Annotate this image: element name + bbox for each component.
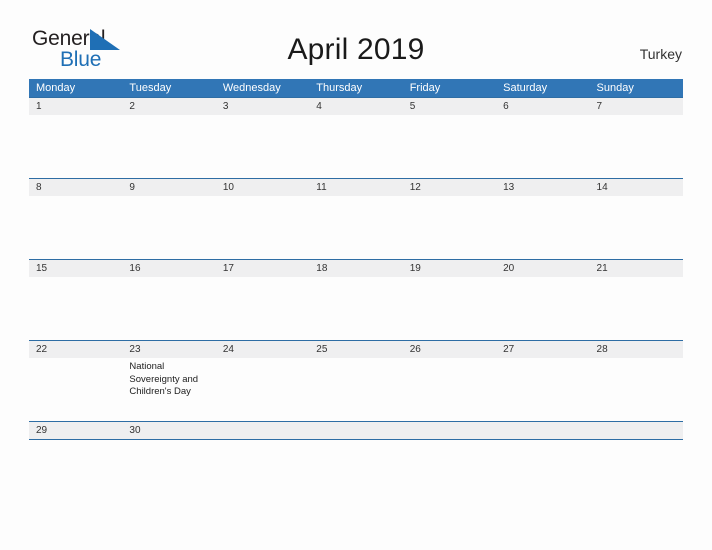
weekday-header-tuesday: Tuesday xyxy=(129,82,172,94)
day-cell-28[interactable]: 28 xyxy=(590,341,683,421)
day-cell-7[interactable]: 7 xyxy=(590,98,683,178)
day-number: 4 xyxy=(316,101,322,112)
day-cell-26[interactable]: 26 xyxy=(403,341,496,421)
country-label: Turkey xyxy=(639,46,682,62)
day-cell-10[interactable]: 10 xyxy=(216,179,309,259)
weekday-header-sunday: Sunday xyxy=(596,82,634,94)
calendar-week-row: 8 9 10 11 12 13 14 xyxy=(29,178,683,259)
day-cell-22[interactable]: 22 xyxy=(29,341,122,421)
day-cell-13[interactable]: 13 xyxy=(496,179,589,259)
day-number: 11 xyxy=(316,182,327,193)
calendar-week-row: 15 16 17 18 19 20 21 xyxy=(29,259,683,340)
day-number: 24 xyxy=(222,344,234,355)
day-cell-3[interactable]: 3 xyxy=(216,98,309,178)
day-number: 15 xyxy=(36,263,48,274)
day-number: 18 xyxy=(316,263,328,274)
day-number: 26 xyxy=(409,344,421,355)
calendar-grid: Monday Tuesday Wednesday Thursday Friday Satu… xyxy=(29,79,683,440)
day-number: 25 xyxy=(316,344,328,355)
day-number: 7 xyxy=(596,101,603,112)
day-cell-12[interactable]: 12 xyxy=(403,179,496,259)
day-number: 2 xyxy=(129,101,135,112)
day-number: 27 xyxy=(503,344,515,355)
day-number: 19 xyxy=(409,263,421,274)
calendar-bottom-rule xyxy=(29,439,683,440)
calendar-week-row: 22 23 National Sovereignty and Children's … xyxy=(29,340,683,421)
day-cell-19[interactable]: 19 xyxy=(403,260,496,340)
day-cell-5[interactable]: 5 xyxy=(403,98,496,178)
day-number: 29 xyxy=(36,425,48,436)
day-number: 10 xyxy=(222,182,234,193)
day-number: 13 xyxy=(503,182,515,193)
day-cell-4[interactable]: 4 xyxy=(309,98,402,178)
page-header: General Blue April 2019 Turkey xyxy=(0,0,712,79)
day-number: 16 xyxy=(129,263,141,274)
day-cell-empty xyxy=(590,422,683,439)
day-cell-empty xyxy=(496,422,589,439)
weekday-header-thursday: Thursday xyxy=(316,82,363,94)
day-number: 30 xyxy=(129,425,141,436)
day-cell-29[interactable]: 29 xyxy=(29,422,122,439)
event-label: National Sovereignty and Children's Day xyxy=(129,361,199,397)
day-cell-15[interactable]: 15 xyxy=(29,260,122,340)
day-cell-20[interactable]: 20 xyxy=(496,260,589,340)
weekday-header-friday: Friday xyxy=(409,82,441,94)
day-number: 3 xyxy=(222,101,229,112)
day-cell-17[interactable]: 17 xyxy=(216,260,309,340)
day-number: 20 xyxy=(503,263,515,274)
day-cell-21[interactable]: 21 xyxy=(590,260,683,340)
page-title: April 2019 xyxy=(287,33,425,66)
day-number: 12 xyxy=(409,182,421,193)
day-cell-14[interactable]: 14 xyxy=(590,179,683,259)
calendar-week-row: 29 30 xyxy=(29,421,683,439)
day-number: 23 xyxy=(129,344,141,355)
day-cell-25[interactable]: 25 xyxy=(309,341,402,421)
day-cell-empty xyxy=(403,422,496,439)
day-number: 21 xyxy=(596,263,608,274)
day-cell-18[interactable]: 18 xyxy=(309,260,402,340)
day-number: 17 xyxy=(222,263,234,274)
day-cell-6[interactable]: 6 xyxy=(496,98,589,178)
day-number: 28 xyxy=(596,344,608,355)
day-events: National Sovereignty and Children's Day xyxy=(122,358,215,399)
day-cell-8[interactable]: 8 xyxy=(29,179,122,259)
day-number: 1 xyxy=(36,101,42,112)
day-cell-empty xyxy=(216,422,309,439)
day-cell-27[interactable]: 27 xyxy=(496,341,589,421)
day-number: 9 xyxy=(129,182,135,193)
day-number: 8 xyxy=(36,182,42,193)
day-cell-2[interactable]: 2 xyxy=(122,98,215,178)
day-number: 5 xyxy=(409,101,416,112)
day-cell-11[interactable]: 11 xyxy=(309,179,402,259)
day-cell-1[interactable]: 1 xyxy=(29,98,122,178)
day-number: 22 xyxy=(36,344,48,355)
weekday-header-row: Monday Tuesday Wednesday Thursday Friday Satu… xyxy=(29,79,683,97)
weekday-header-wednesday: Wednesday xyxy=(222,82,281,94)
day-cell-empty xyxy=(309,422,402,439)
weekday-header-saturday: Saturday xyxy=(503,82,548,94)
day-cell-24[interactable]: 24 xyxy=(216,341,309,421)
day-cell-9[interactable]: 9 xyxy=(122,179,215,259)
weekday-header-monday: Monday xyxy=(36,82,76,94)
day-number: 6 xyxy=(503,101,509,112)
day-number: 14 xyxy=(596,182,608,193)
day-cell-23[interactable]: 23 National Sovereignty and Children's Da… xyxy=(122,341,215,421)
day-cell-30[interactable]: 30 xyxy=(122,422,215,439)
calendar-week-row: 1 2 3 4 5 6 7 xyxy=(29,97,683,178)
day-cell-16[interactable]: 16 xyxy=(122,260,215,340)
calendar-weeks: 1 2 3 4 5 6 7 8 9 10 11 12 13 14 15 16 17 18 19 20 21 22 23 Nat… xyxy=(29,97,683,439)
